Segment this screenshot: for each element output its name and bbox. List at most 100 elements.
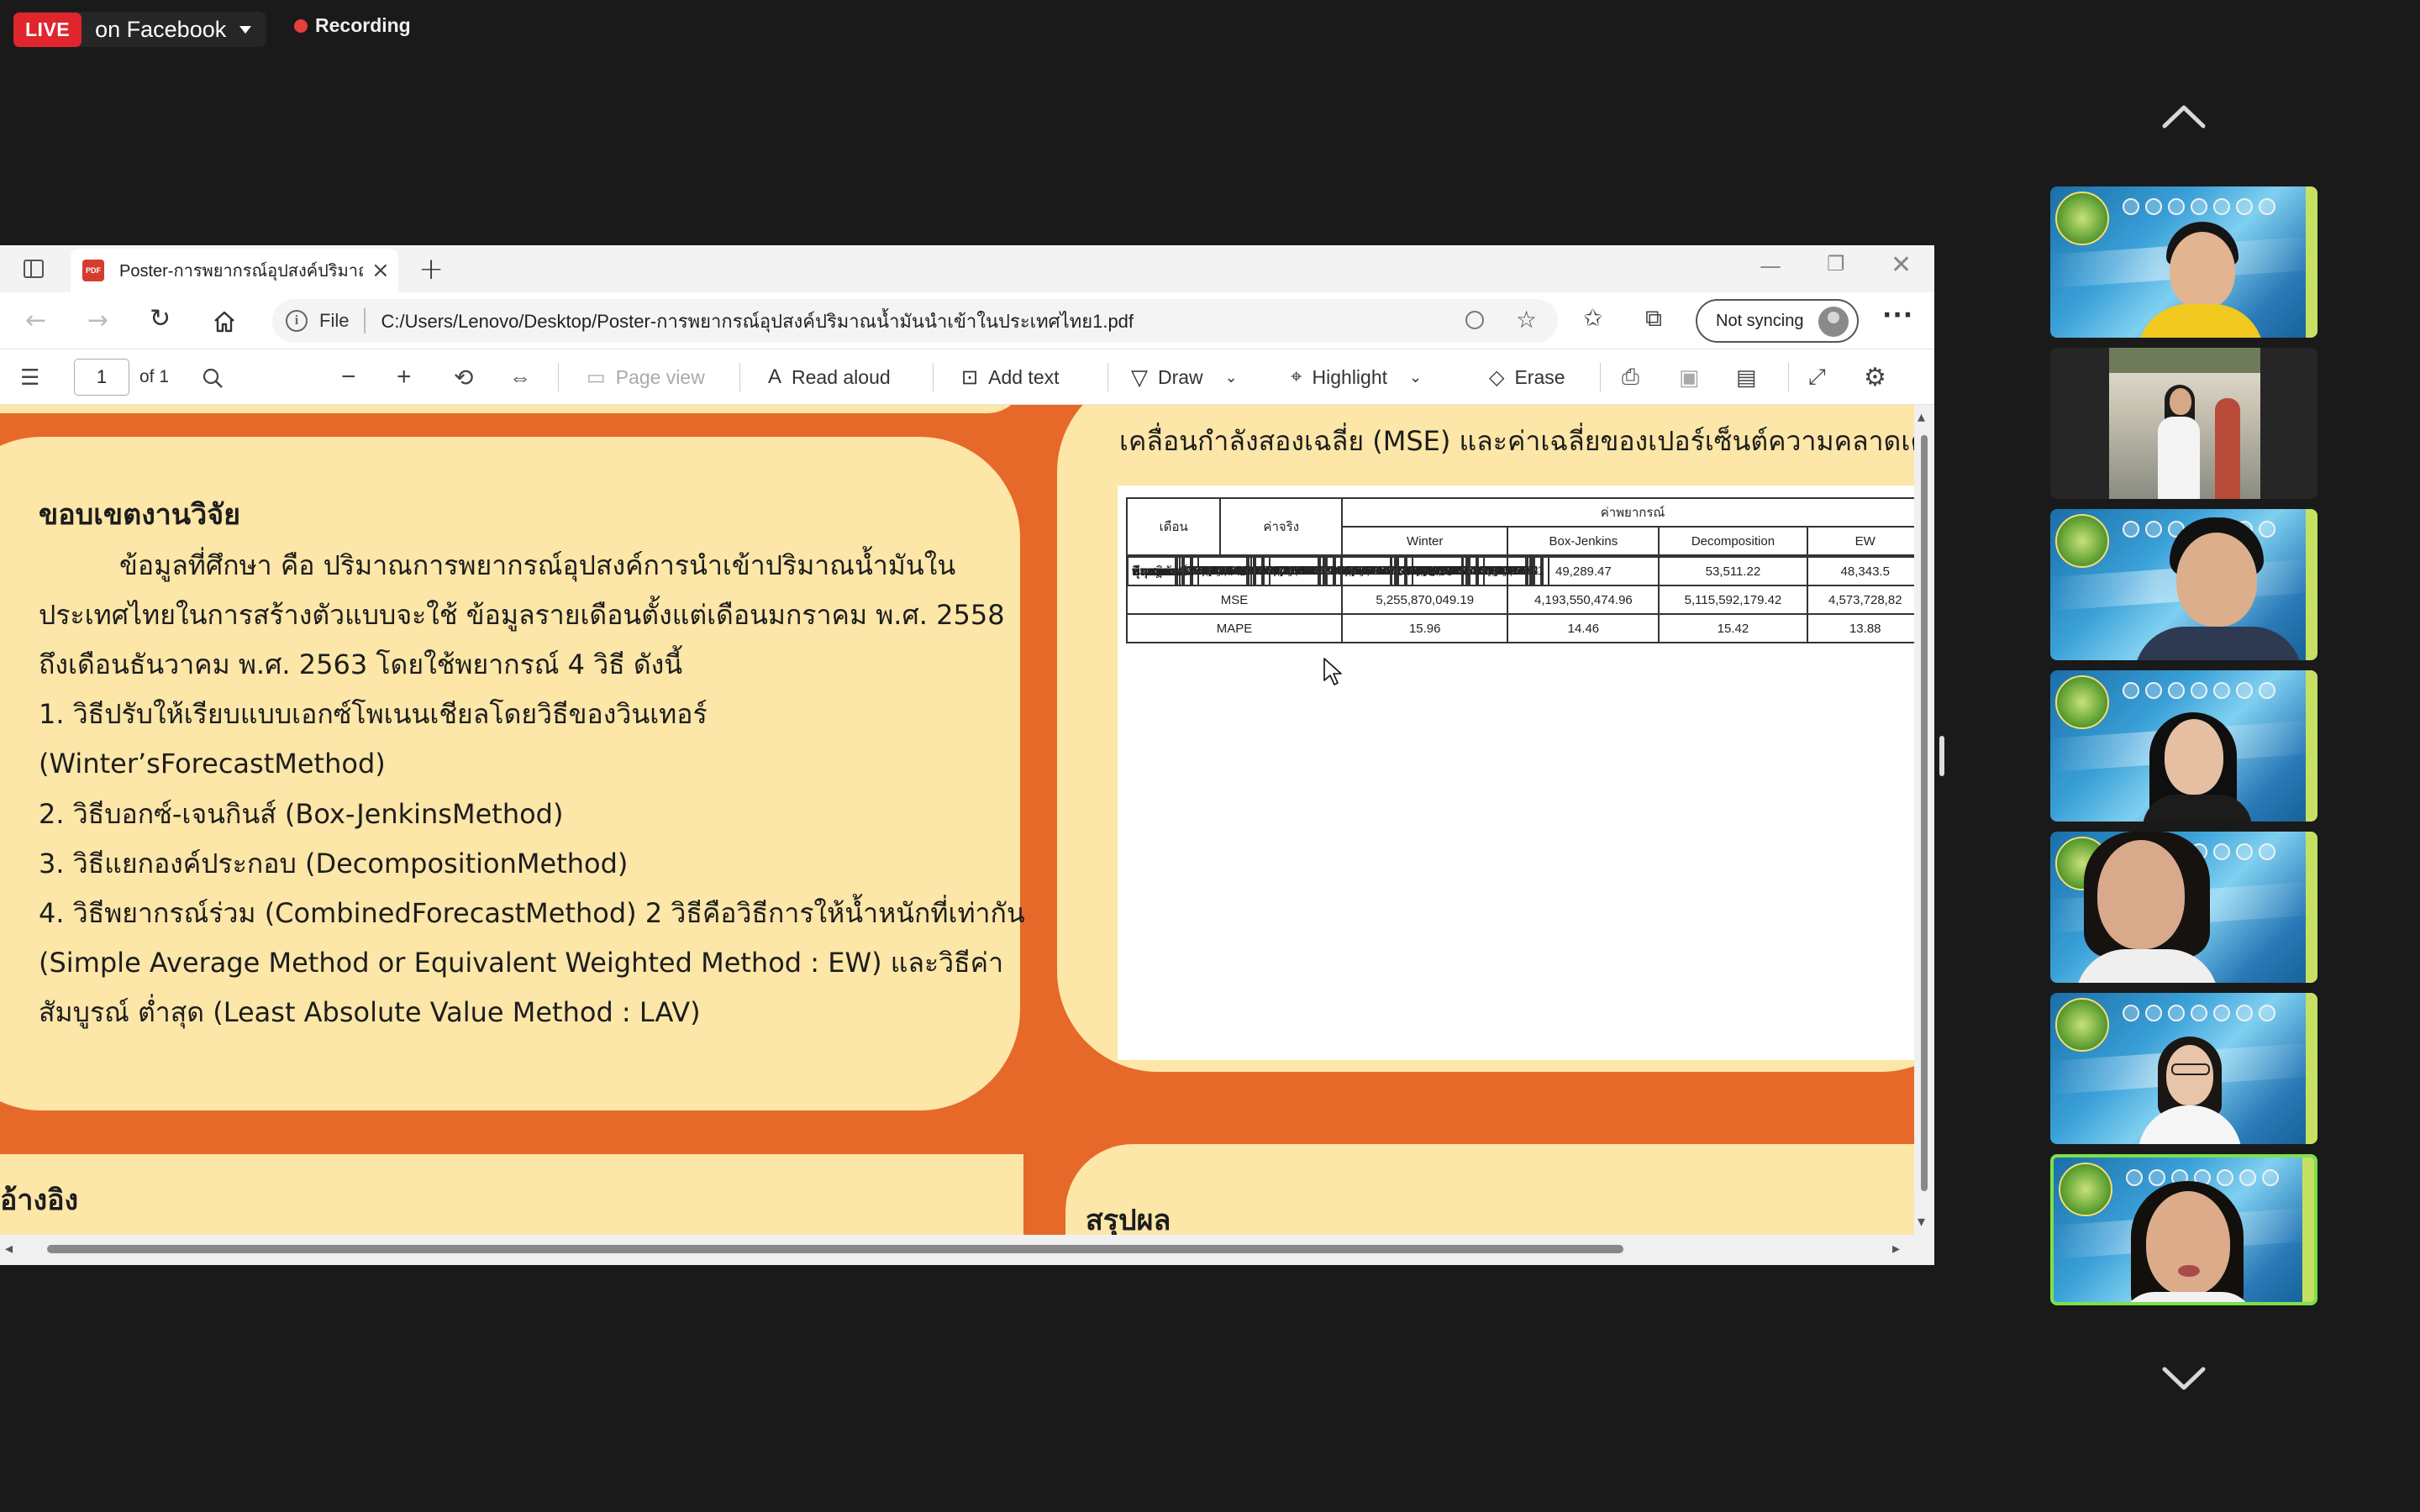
toolbar-divider	[933, 363, 934, 391]
mouse-cursor-icon	[1323, 658, 1342, 685]
fullscreen-icon[interactable]: ⤢	[1808, 349, 1826, 405]
live-indicator[interactable]: LIVE on Facebook	[13, 12, 267, 47]
scope-heading: ขอบเขตงานวิจัย	[39, 498, 241, 532]
tab-close-icon[interactable]: ×	[371, 258, 390, 283]
contents-icon[interactable]: ☰	[20, 349, 39, 405]
restore-icon[interactable]: ❐	[1827, 252, 1845, 276]
table-metric-value: 4,193,550,474.96	[1507, 585, 1660, 615]
participant-video-tile[interactable]	[2050, 186, 2317, 338]
draw-icon: ▽	[1131, 364, 1148, 390]
refresh-icon[interactable]: ↻	[150, 304, 171, 333]
scroll-right-icon[interactable]: ▸	[1892, 1240, 1900, 1257]
add-text-label: Add text	[988, 365, 1060, 388]
chevron-down-icon[interactable]	[2158, 1351, 2210, 1403]
table-cell-value: 221,292.8	[1468, 556, 1535, 585]
back-icon[interactable]: ←	[25, 306, 46, 335]
tab-bar: PDF Poster-การพยากรณ์อุปสงค์ปริมาณน้ำมัน…	[0, 245, 1934, 292]
save-as-icon[interactable]: ▤	[1736, 349, 1757, 405]
zoom-out-icon[interactable]	[1465, 311, 1484, 329]
add-text-button[interactable]: ⊡ Add text	[961, 349, 1060, 405]
read-aloud-button[interactable]: A Read aloud	[768, 349, 891, 405]
participant-video-tile-active[interactable]	[2050, 1154, 2317, 1305]
horizontal-scrollbar[interactable]: ◂ ▸	[0, 1235, 1934, 1265]
table-header-actual: ค่าจริง	[1219, 497, 1344, 556]
page-view-button[interactable]: ▭ Page view	[587, 349, 705, 405]
url-text: C:/Users/Lenovo/Desktop/Poster-การพยากรณ…	[381, 310, 1134, 332]
table-metric-value: 4,573,728,82	[1806, 585, 1914, 615]
draw-button[interactable]: ▽ Draw ⌄	[1131, 349, 1238, 405]
pdf-toolbar: ☰ 1 of 1 − + ⟲ ⇔ ▭ Page view A Read alou…	[0, 349, 1934, 405]
participant-video-tile[interactable]	[2050, 509, 2317, 660]
table-metric-value: 48,343.5	[1806, 556, 1914, 586]
address-bar: ← → ↻ i File C:/Users/Lenovo/Desktop/Pos…	[0, 292, 1934, 349]
zoom-in-button[interactable]: +	[397, 349, 412, 405]
print-icon[interactable]: ⎙	[1622, 349, 1639, 405]
table-metric-value: 5,115,592,179.42	[1658, 585, 1808, 615]
info-icon[interactable]: i	[286, 310, 308, 332]
collections-icon[interactable]: ⧉	[1645, 304, 1662, 333]
table-metric-name: MSE	[1125, 585, 1344, 615]
vertical-scrollbar[interactable]: ▴ ▾	[1914, 405, 1934, 1235]
erase-button[interactable]: ◇ Erase	[1489, 349, 1565, 405]
tab-actions-icon[interactable]	[24, 260, 44, 278]
page-view-icon: ▭	[587, 365, 606, 389]
participant-video-tile[interactable]	[2050, 993, 2317, 1144]
page-number-input[interactable]: 1	[74, 359, 129, 396]
favorites-icon[interactable]: ✩	[1583, 304, 1602, 332]
toolbar-divider	[1600, 363, 1601, 391]
table-header-forecast: ค่าพยากรณ์	[1341, 497, 1914, 528]
panel-resize-handle[interactable]	[1939, 736, 1944, 776]
recording-indicator: Recording	[294, 14, 411, 37]
poster-panel-top	[0, 405, 1025, 413]
settings-gear-icon[interactable]: ⚙	[1864, 349, 1886, 405]
chevron-down-icon[interactable]: ⌄	[1225, 369, 1238, 386]
read-aloud-label: Read aloud	[792, 365, 891, 388]
favorite-add-icon[interactable]: ☆	[1516, 306, 1537, 333]
table-header-month: เดือน	[1125, 497, 1222, 556]
live-platform[interactable]: on Facebook	[82, 17, 266, 43]
scroll-left-icon[interactable]: ◂	[5, 1240, 13, 1257]
url-field[interactable]: i File C:/Users/Lenovo/Desktop/Poster-กา…	[272, 299, 1558, 343]
close-window-icon[interactable]: ✕	[1891, 250, 1912, 280]
table-header-method: Decomposition	[1658, 526, 1808, 556]
summary-heading: สรุปผล	[1086, 1204, 1171, 1235]
add-text-icon: ⊡	[961, 365, 979, 389]
pdf-document-view[interactable]: ขอบเขตงานวิจัย ข้อมูลที่ศึกษา คือ ปริมาณ…	[0, 405, 1914, 1235]
scope-line: 3. วิธีแยกองค์ประกอบ (DecompositionMetho…	[39, 848, 629, 879]
scope-line: 2. วิธีบอกซ์-เจนกินส์ (Box-JenkinsMethod…	[39, 798, 564, 830]
highlight-button[interactable]: ⌖ Highlight ⌄	[1291, 349, 1422, 405]
forward-icon[interactable]: →	[87, 306, 108, 335]
search-icon[interactable]	[202, 367, 224, 389]
table-header-method: Winter	[1341, 526, 1509, 556]
participant-video-tile[interactable]	[2050, 348, 2317, 499]
zoom-out-button[interactable]: −	[341, 349, 356, 405]
toolbar-divider	[558, 363, 559, 391]
more-options-icon[interactable]: ···	[1882, 301, 1913, 330]
table-metric-name: MAPE	[1125, 613, 1344, 643]
minimize-icon[interactable]: —	[1760, 254, 1781, 279]
table-cell-value: 245,637.90	[1325, 556, 1399, 585]
scroll-up-icon[interactable]: ▴	[1918, 408, 1925, 426]
sync-status: Not syncing	[1716, 311, 1804, 330]
live-platform-label: on Facebook	[95, 16, 227, 42]
rotate-icon[interactable]: ⟲	[454, 349, 473, 405]
scroll-down-icon[interactable]: ▾	[1918, 1213, 1925, 1231]
scope-line: ถึงเดือนธันวาคม พ.ศ. 2563 โดยใช้พยากรณ์ …	[39, 648, 683, 680]
table-cell-value: 217,265.42	[1397, 556, 1470, 585]
new-tab-icon[interactable]: +	[418, 252, 444, 286]
chevron-down-icon[interactable]: ⌄	[1409, 369, 1422, 386]
chevron-up-icon[interactable]	[2158, 92, 2210, 144]
table-cell-actual: 386,482.00	[1182, 556, 1256, 585]
home-icon[interactable]	[212, 309, 237, 334]
recording-label: Recording	[315, 14, 411, 36]
profile-sync-button[interactable]: Not syncing	[1696, 299, 1859, 343]
participant-video-tile[interactable]	[2050, 670, 2317, 822]
save-icon[interactable]: ▣	[1679, 349, 1700, 405]
fit-width-icon[interactable]: ⇔	[509, 349, 531, 405]
vertical-scroll-thumb[interactable]	[1921, 435, 1928, 1191]
url-divider	[364, 308, 366, 333]
table-metric-value: 15.42	[1658, 613, 1808, 643]
tab-pdf[interactable]: PDF Poster-การพยากรณ์อุปสงค์ปริมาณน้ำมัน…	[71, 249, 398, 292]
participant-video-tile[interactable]	[2050, 832, 2317, 983]
horizontal-scroll-thumb[interactable]	[47, 1245, 1623, 1253]
